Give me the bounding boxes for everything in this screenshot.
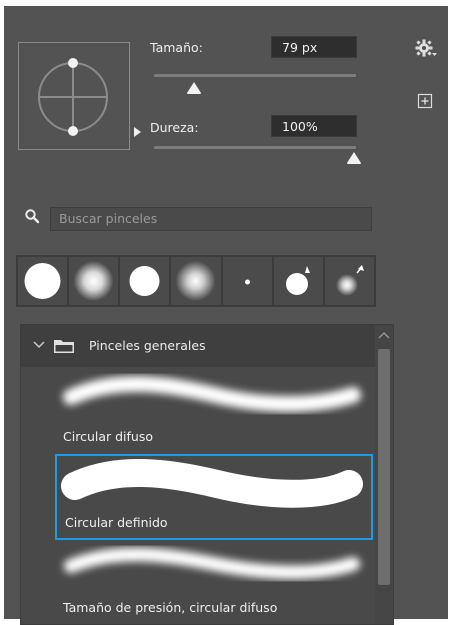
brush-preset-item[interactable]: Tamaño de presión, circular difuso bbox=[55, 542, 373, 624]
brush-settings-panel: Tamaño: 79 px Dureza: 100% Buscar pincel… bbox=[4, 6, 448, 625]
hardness-slider-thumb[interactable] bbox=[346, 151, 362, 165]
brush-angle-widget bbox=[38, 58, 108, 136]
list-scrollbar[interactable] bbox=[375, 325, 393, 624]
brush-stroke-preview bbox=[63, 375, 361, 412]
size-input[interactable]: 79 px bbox=[271, 36, 357, 58]
brush-preset-item-selected[interactable]: Circular definido bbox=[55, 454, 373, 540]
brush-tip-hard-round[interactable] bbox=[18, 257, 68, 305]
brush-tip-soft-round-pressure[interactable] bbox=[324, 257, 374, 305]
recent-brushes-strip bbox=[16, 255, 376, 307]
brush-group-row[interactable]: Pinceles generales bbox=[21, 325, 375, 367]
chevron-up-icon[interactable] bbox=[378, 330, 390, 340]
brush-tip-hard-round[interactable] bbox=[120, 257, 170, 305]
brush-preset-label: Tamaño de presión, circular difuso bbox=[63, 600, 278, 615]
brush-tip-soft-round[interactable] bbox=[171, 257, 221, 305]
brush-stroke-preview bbox=[61, 458, 363, 508]
scrollbar-thumb[interactable] bbox=[378, 349, 390, 585]
hardness-slider[interactable] bbox=[154, 146, 356, 149]
chevron-down-icon[interactable] bbox=[33, 340, 45, 350]
hardness-input[interactable]: 100% bbox=[271, 115, 357, 137]
size-slider-thumb[interactable] bbox=[186, 81, 202, 95]
search-input[interactable]: Buscar pinceles bbox=[50, 207, 372, 231]
brush-preset-label: Circular difuso bbox=[63, 429, 153, 444]
brush-preset-label: Circular definido bbox=[65, 515, 168, 530]
gear-icon[interactable] bbox=[414, 38, 438, 62]
size-label: Tamaño: bbox=[150, 40, 203, 55]
brush-tip-hard-round-pressure[interactable] bbox=[273, 257, 323, 305]
brush-tip-small-dot[interactable] bbox=[222, 257, 272, 305]
hardness-label: Dureza: bbox=[150, 120, 199, 135]
angle-handle-arrow-icon[interactable] bbox=[134, 127, 141, 137]
brush-preset-item[interactable]: Circular difuso bbox=[55, 369, 373, 451]
brush-group-label: Pinceles generales bbox=[89, 338, 206, 353]
folder-icon bbox=[54, 340, 74, 353]
size-slider[interactable] bbox=[154, 74, 356, 77]
brush-presets-list: Pinceles generales Circular difuso Circu… bbox=[20, 324, 394, 625]
search-icon bbox=[25, 209, 40, 224]
brush-tip-soft-round[interactable] bbox=[69, 257, 119, 305]
brush-stroke-preview bbox=[64, 547, 360, 580]
plus-square-icon[interactable] bbox=[417, 93, 433, 109]
brush-angle-preview[interactable] bbox=[18, 42, 141, 150]
